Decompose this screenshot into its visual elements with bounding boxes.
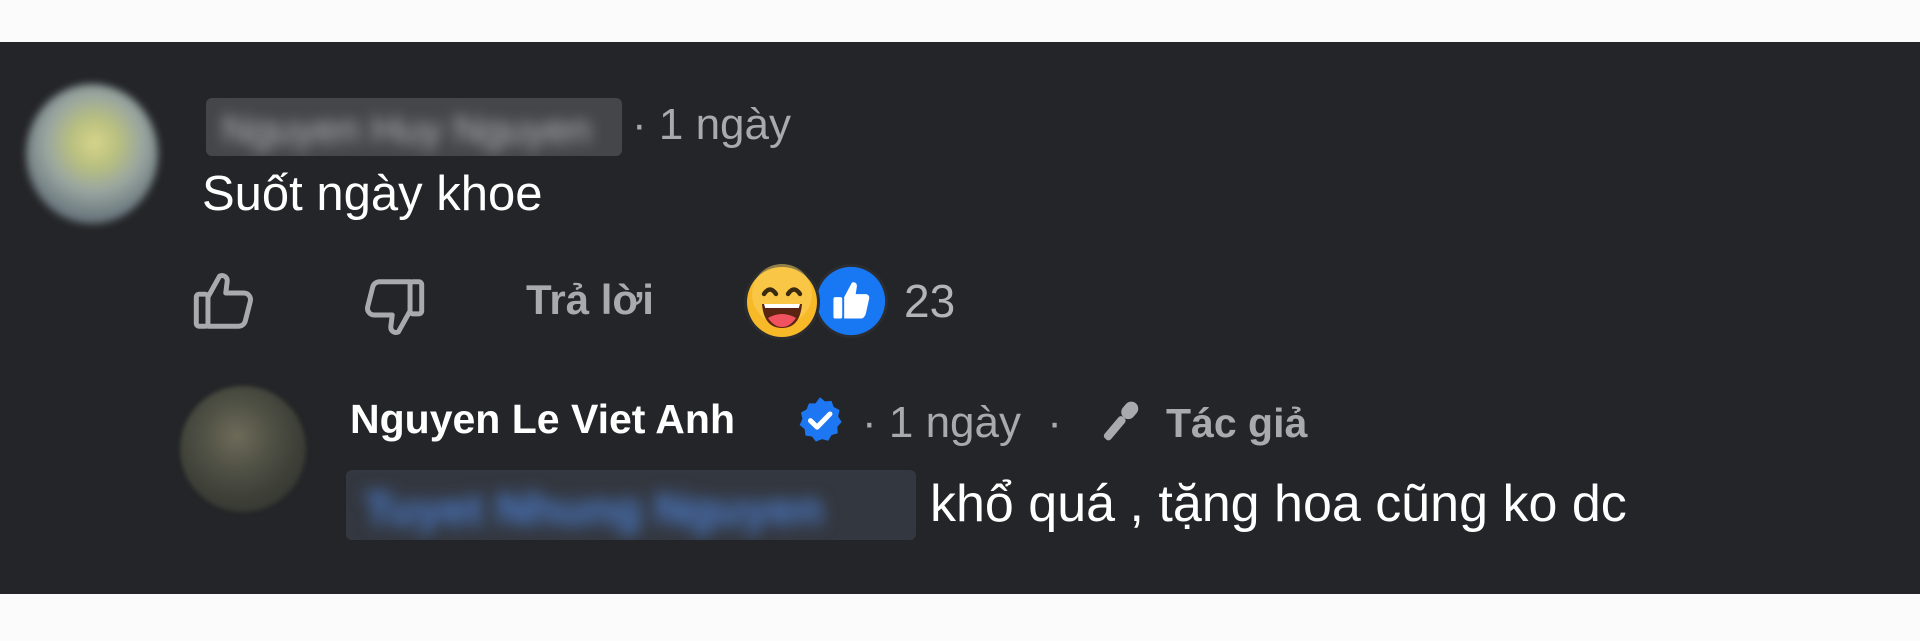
mentioned-user-text: Tuyet Nhung Nguyen bbox=[364, 483, 824, 535]
reply-timestamp[interactable]: · 1 ngày · bbox=[862, 398, 1062, 448]
microphone-icon bbox=[1103, 401, 1139, 441]
comment-body: Suốt ngày khoe bbox=[202, 167, 543, 221]
reply-author-name[interactable]: Nguyen Le Viet Anh bbox=[350, 396, 735, 443]
author-tag: Tác giả bbox=[1166, 400, 1308, 446]
comment-timestamp[interactable]: · 1 ngày bbox=[632, 100, 791, 150]
thumbs-down-outline-icon bbox=[365, 279, 425, 335]
commenter-avatar[interactable] bbox=[26, 84, 158, 224]
reply-body: khổ quá , tặng hoa cũng ko dc bbox=[930, 475, 1627, 533]
thumbs-up-outline-icon bbox=[193, 273, 253, 329]
like-button[interactable] bbox=[186, 262, 262, 338]
reply-time: · 1 ngày bbox=[862, 398, 1021, 447]
dislike-button[interactable] bbox=[356, 270, 432, 346]
like-reaction-icon[interactable] bbox=[812, 262, 890, 340]
mentioned-user-blurred[interactable]: Tuyet Nhung Nguyen bbox=[346, 470, 916, 540]
reply-button[interactable]: Trả lời bbox=[526, 276, 654, 324]
verified-badge-icon bbox=[799, 397, 842, 442]
reply-author-avatar[interactable] bbox=[180, 386, 306, 512]
commenter-name-text: Nguyen Huy Nguyen bbox=[222, 108, 592, 152]
haha-emoji-icon[interactable] bbox=[742, 262, 822, 342]
commenter-name-blurred[interactable]: Nguyen Huy Nguyen bbox=[206, 98, 622, 156]
meta-separator: · bbox=[1047, 398, 1062, 447]
reaction-count[interactable]: 23 bbox=[904, 274, 955, 328]
